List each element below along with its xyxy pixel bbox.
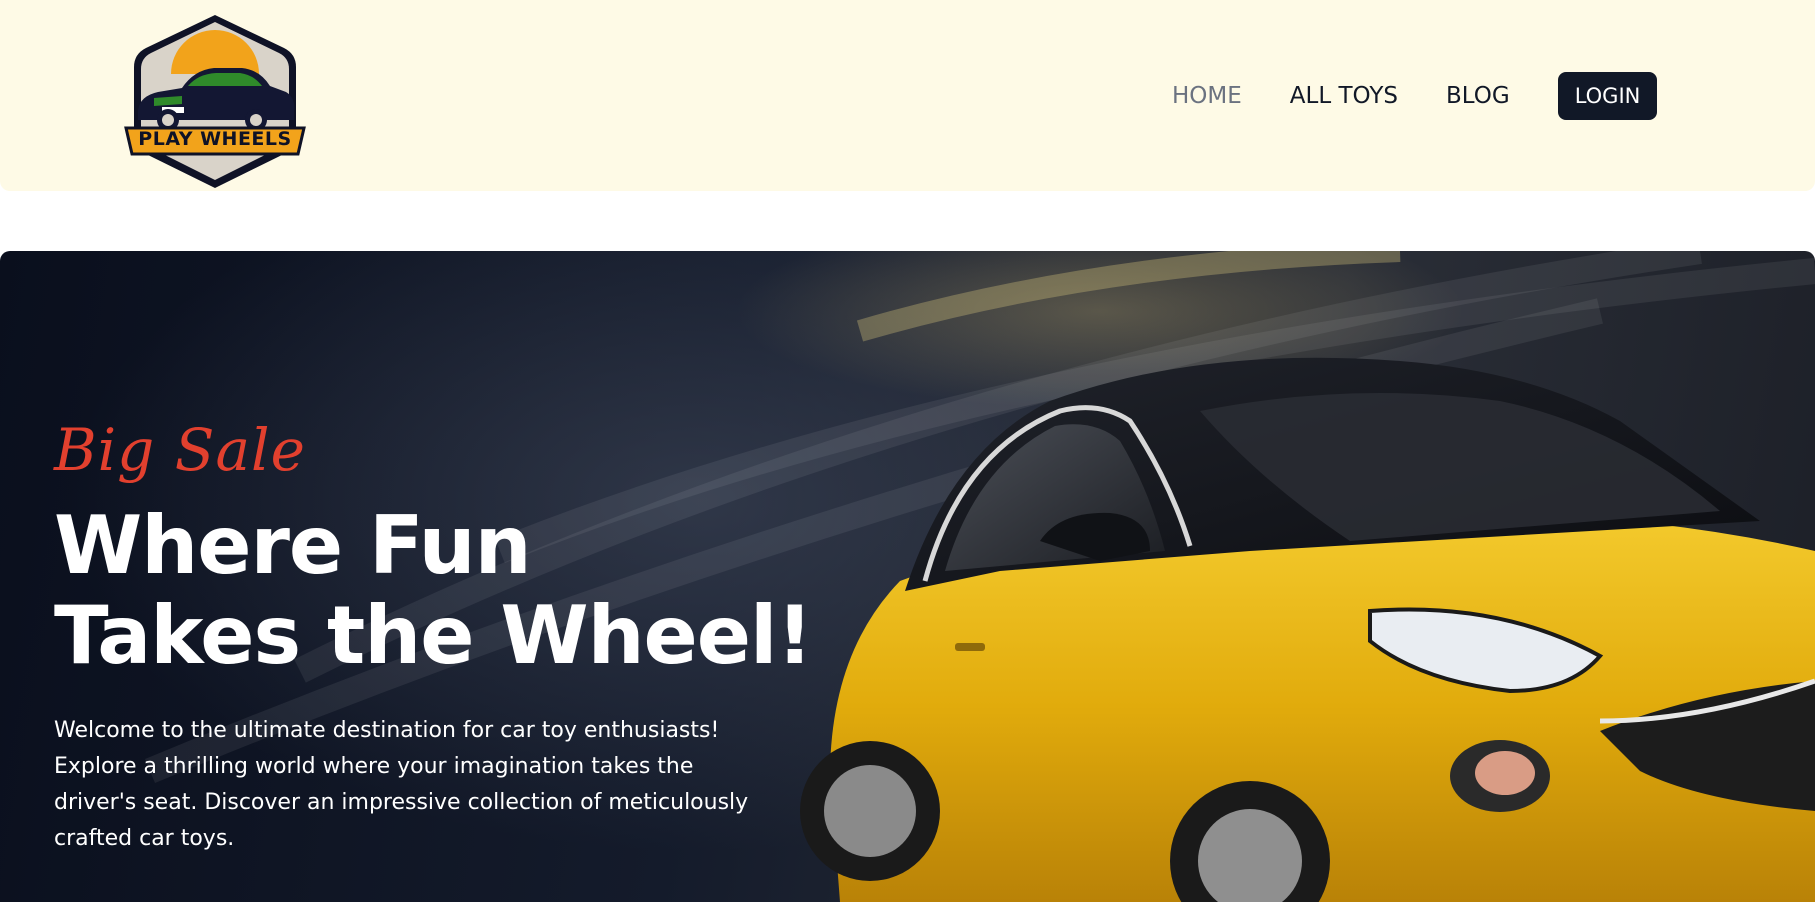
hero-content: Big Sale Where Fun Takes the Wheel! Welc… — [54, 416, 813, 857]
hero-title-line-2: Takes the Wheel! — [54, 589, 813, 682]
nav-all-toys-link[interactable]: ALL TOYS — [1290, 83, 1398, 109]
hero-title: Where Fun Takes the Wheel! — [54, 499, 813, 682]
site-logo[interactable]: PLAY WHEELS — [124, 12, 306, 190]
logo-wordmark: PLAY WHEELS — [138, 128, 292, 150]
nav-blog-link[interactable]: BLOG — [1446, 83, 1510, 109]
hero-description: Welcome to the ultimate destination for … — [54, 718, 749, 851]
site-header: PLAY WHEELS HOME ALL TOYS BLOG LOGIN — [0, 0, 1815, 191]
main-nav: HOME ALL TOYS BLOG LOGIN — [1150, 72, 1658, 120]
car-badge-logo-icon — [124, 15, 306, 188]
hero-title-line-1: Where Fun — [54, 499, 532, 592]
hero-tagline: Big Sale — [54, 416, 306, 484]
nav-home-link[interactable]: HOME — [1172, 83, 1242, 109]
login-button[interactable]: LOGIN — [1557, 72, 1658, 120]
hero-banner: Big Sale Where Fun Takes the Wheel! Welc… — [0, 251, 1815, 902]
